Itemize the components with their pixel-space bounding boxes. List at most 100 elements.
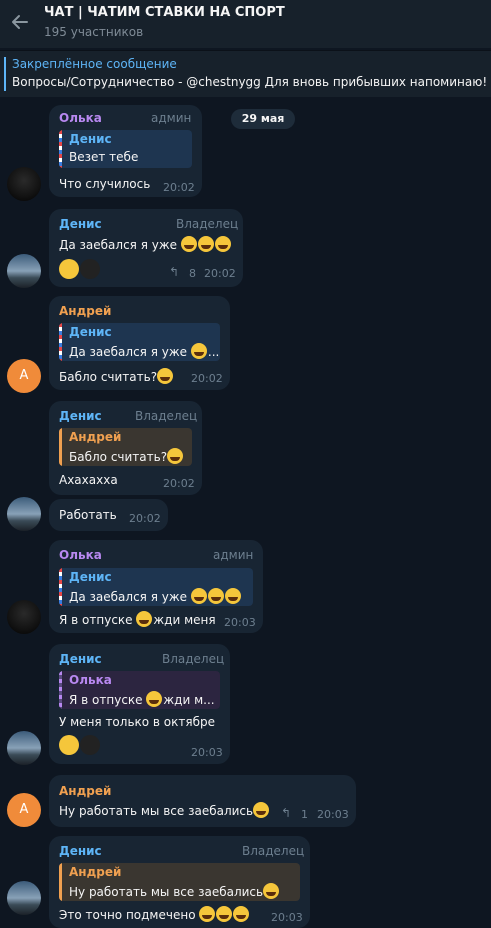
message-time: 20:02 — [191, 372, 223, 385]
laughing-emoji-icon — [214, 236, 231, 252]
message-text: Я в отпуске жди меня — [59, 611, 216, 627]
sender-name[interactable]: Денис — [59, 409, 102, 423]
quote-sender: Андрей — [69, 430, 122, 444]
message-list[interactable]: 29 мая Олька админ Денис Везет тебе Что … — [0, 97, 491, 928]
message-time: 20:02 — [204, 267, 236, 280]
quote-text: Я в отпуске жди м... — [69, 691, 219, 707]
message-text: Что случилось — [59, 177, 151, 191]
quote-text: Ну работать мы все заебались — [69, 883, 280, 899]
message-bubble[interactable]: Андрей Денис Да заебался я уже ... Бабло… — [49, 296, 230, 390]
message-text-value: Ну работать мы все заебались — [59, 804, 254, 818]
message-bubble[interactable]: Работать 20:02 — [49, 499, 168, 531]
message-time: 20:02 — [163, 477, 195, 490]
message-bubble[interactable]: Олька админ Денис Да заебался я уже Я в … — [49, 540, 263, 633]
quote-text-value: Ну работать мы все заебались — [69, 885, 264, 899]
reaction-avatar[interactable] — [80, 259, 100, 279]
laughing-emoji-icon — [180, 236, 197, 252]
role-badge: админ — [151, 111, 192, 125]
quote-bar — [59, 428, 62, 466]
sender-name[interactable]: Олька — [59, 548, 102, 562]
laughing-emoji-icon — [224, 588, 241, 604]
reply-arrow-icon[interactable]: ↰ — [281, 806, 291, 820]
laughing-emoji-icon — [233, 906, 250, 922]
sender-name[interactable]: Денис — [59, 844, 102, 858]
message-bubble[interactable]: Денис Владелец Андрей Ну работать мы все… — [49, 836, 310, 928]
avatar[interactable]: A — [7, 359, 41, 393]
replies-count[interactable]: 1 — [301, 808, 308, 821]
laughing-emoji-icon — [199, 906, 216, 922]
reply-quote[interactable]: Андрей Бабло считать? — [59, 428, 192, 466]
reply-quote[interactable]: Денис Да заебался я уже — [59, 568, 253, 606]
members-count: 195 участников — [44, 25, 144, 39]
quote-text-value: Да заебался я уже — [69, 590, 188, 604]
pinned-text: Вопросы/Сотрудничество - @chestnygg Для … — [12, 75, 488, 89]
message-text-value: Да заебался я уже — [59, 238, 178, 252]
laughing-emoji-icon — [207, 588, 224, 604]
sender-name[interactable]: Денис — [59, 652, 102, 666]
quote-text-after: жди м... — [163, 693, 215, 707]
message-text-value: Бабло считать? — [59, 370, 158, 384]
date-chip: 29 мая — [231, 109, 295, 129]
pinned-label: Закреплённое сообщение — [12, 57, 177, 71]
quote-bar — [59, 568, 62, 606]
sender-name[interactable]: Андрей — [59, 304, 111, 318]
laughing-emoji-icon — [167, 448, 184, 464]
avatar[interactable] — [7, 600, 41, 634]
message-text-value: Это точно подмечено — [59, 908, 196, 922]
quote-bar — [59, 130, 62, 168]
reply-quote[interactable]: Андрей Ну работать мы все заебались — [59, 863, 300, 901]
reply-quote[interactable]: Денис Да заебался я уже ... — [59, 323, 220, 361]
quote-text-value: Я в отпуске — [69, 693, 143, 707]
reaction-avatar[interactable] — [80, 735, 100, 755]
pinned-bar — [4, 57, 6, 91]
laughing-emoji-icon — [157, 368, 174, 384]
replies-count[interactable]: 8 — [189, 267, 196, 280]
message-time: 20:03 — [317, 808, 349, 821]
role-badge: Владелец — [176, 217, 239, 231]
avatar[interactable] — [7, 167, 41, 201]
message-bubble[interactable]: Денис Владелец Да заебался я уже ↰ 8 20:… — [49, 209, 243, 287]
back-arrow-icon[interactable] — [8, 10, 32, 34]
message-time: 20:03 — [191, 746, 223, 759]
message-bubble[interactable]: Олька админ Денис Везет тебе Что случило… — [49, 105, 202, 197]
quote-sender: Денис — [69, 132, 112, 146]
message-bubble[interactable]: Денис Владелец Олька Я в отпуске жди м..… — [49, 644, 230, 764]
quote-text: Да заебался я уже — [69, 588, 242, 604]
message-text: Работать — [59, 508, 117, 522]
role-badge: Владелец — [135, 409, 198, 423]
avatar[interactable] — [7, 731, 41, 765]
winking-emoji-icon — [136, 611, 153, 627]
chat-title[interactable]: ЧАТ | ЧАТИМ СТАВКИ НА СПОРТ — [44, 5, 285, 20]
reply-arrow-icon[interactable]: ↰ — [169, 265, 179, 279]
chat-header: ЧАТ | ЧАТИМ СТАВКИ НА СПОРТ 195 участник… — [0, 0, 491, 48]
quote-sender: Андрей — [69, 865, 122, 879]
message-bubble[interactable]: Денис Владелец Андрей Бабло считать? Аха… — [49, 401, 202, 495]
message-bubble[interactable]: Андрей Ну работать мы все заебались ↰ 1 … — [49, 775, 356, 827]
quote-sender: Олька — [69, 673, 112, 687]
message-time: 20:03 — [224, 616, 256, 629]
laughing-emoji-icon — [263, 883, 280, 899]
laughing-emoji-icon — [190, 343, 207, 359]
quote-text: Да заебался я уже ... — [69, 343, 219, 359]
sender-name[interactable]: Андрей — [59, 784, 111, 798]
avatar[interactable]: A — [7, 793, 41, 827]
message-time: 20:02 — [163, 181, 195, 194]
message-text-value: Я в отпуске — [59, 613, 133, 627]
message-text: У меня только в октябре — [59, 715, 216, 729]
message-text: Бабло считать? — [59, 368, 174, 384]
message-text: Ахахахха — [59, 473, 118, 487]
pinned-message[interactable]: Закреплённое сообщение Вопросы/Сотруднич… — [0, 50, 491, 97]
reply-quote[interactable]: Денис Везет тебе — [59, 130, 192, 168]
quote-text-value: Бабло считать? — [69, 450, 168, 464]
reaction-emoji-icon[interactable] — [59, 259, 79, 279]
sender-name[interactable]: Денис — [59, 217, 102, 231]
role-badge: Владелец — [162, 652, 225, 666]
avatar[interactable] — [7, 881, 41, 915]
reply-quote[interactable]: Олька Я в отпуске жди м... — [59, 671, 220, 709]
sender-name[interactable]: Олька — [59, 111, 102, 125]
quote-text: Бабло считать? — [69, 448, 184, 464]
avatar[interactable] — [7, 497, 41, 531]
avatar[interactable] — [7, 254, 41, 288]
reaction-emoji-icon[interactable] — [59, 735, 79, 755]
message-text: Да заебался я уже — [59, 236, 232, 252]
